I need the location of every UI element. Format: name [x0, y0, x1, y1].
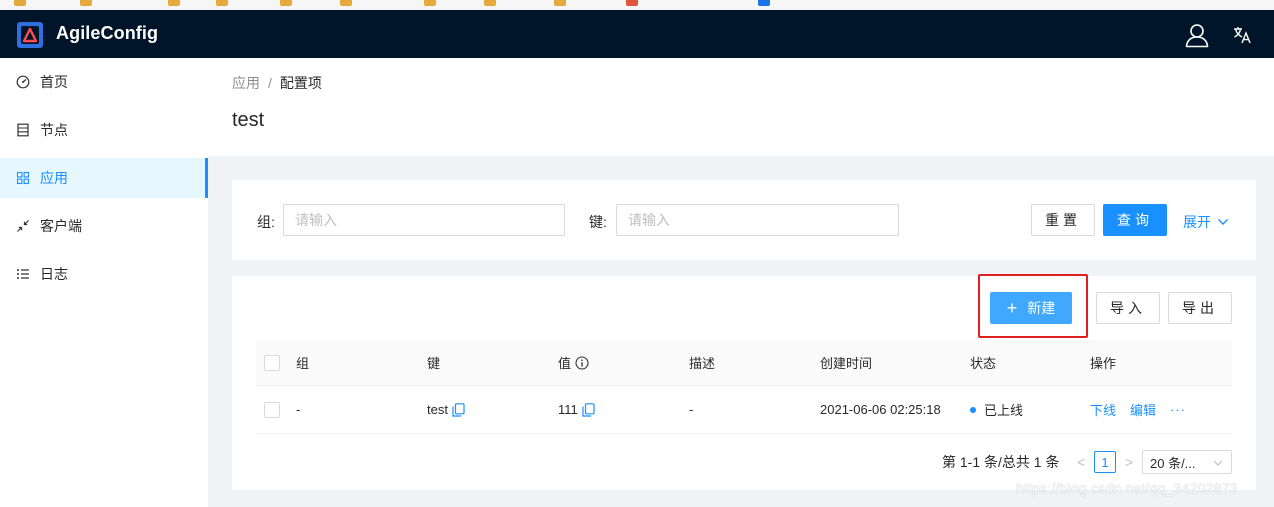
sidebar-item-label: 客户端	[40, 218, 82, 234]
next-page-button[interactable]: >	[1125, 450, 1133, 474]
select-all-cell	[264, 340, 280, 385]
breadcrumb-separator: /	[268, 75, 272, 91]
offline-action-link[interactable]: 下线	[1090, 400, 1116, 419]
status-dot	[970, 406, 976, 413]
column-header-actions: 操作	[1090, 356, 1117, 371]
column-header-created[interactable]: 创建时间	[820, 340, 872, 385]
cell-group: -	[296, 402, 301, 417]
export-button[interactable]: 导出	[1168, 292, 1232, 324]
table-row: - test 111 - 2021-06-06 02:25:18 已上线 下线 …	[256, 386, 1232, 434]
sidebar-item-clients[interactable]: 客户端	[0, 206, 208, 246]
cell-value: 111	[558, 386, 595, 433]
expand-label: 展开	[1183, 214, 1211, 230]
reset-button[interactable]: 重置	[1031, 204, 1095, 236]
breadcrumb: 应用 / 配置项	[232, 73, 322, 93]
appstore-icon	[16, 171, 30, 185]
query-button[interactable]: 查询	[1103, 204, 1167, 236]
new-config-button[interactable]: + 新建	[990, 292, 1072, 324]
page-title: test	[232, 109, 265, 131]
group-field-label: 组:	[257, 214, 275, 230]
column-header-description[interactable]: 描述	[689, 340, 715, 385]
cell-actions: 下线 编辑 ···	[1090, 386, 1200, 433]
cell-status: 已上线	[970, 386, 1023, 433]
new-button-label: 新建	[1027, 300, 1056, 316]
sidebar-item-label: 应用	[40, 170, 68, 186]
expand-link[interactable]: 展开	[1183, 212, 1229, 232]
page-size-value: 20 条/...	[1150, 455, 1196, 471]
plus-icon: +	[1006, 298, 1018, 318]
sidebar-item-nodes[interactable]: 节点	[0, 110, 208, 150]
cell-value-text: 111	[558, 402, 578, 417]
pagination-summary: 第 1-1 条/总共 1 条	[942, 454, 1060, 470]
config-table-card: + 新建 导入 导出 组 键 值 描述 创建时间 状态 操作 - test 11…	[232, 274, 1256, 490]
copy-icon[interactable]	[452, 402, 465, 417]
breadcrumb-item-current: 配置项	[279, 75, 322, 91]
watermark-text: https://blog.csdn.net/qq_34202873	[1016, 480, 1238, 496]
sidebar-item-home[interactable]: 首页	[0, 62, 208, 102]
shrink-icon	[17, 220, 29, 232]
search-form: 组: 键: 重置 查询 展开	[232, 180, 1256, 260]
page-header: 应用 / 配置项 test	[208, 58, 1274, 156]
app-title[interactable]: AgileConfig	[56, 23, 158, 44]
copy-icon[interactable]	[582, 402, 595, 417]
edit-action-link[interactable]: 编辑	[1130, 400, 1156, 419]
cell-key: test	[427, 386, 465, 433]
page-1-button[interactable]: 1	[1094, 451, 1116, 473]
sidebar-item-label: 节点	[40, 122, 68, 138]
cell-key-value: test	[427, 402, 448, 417]
sidebar: 首页 节点 应用 客户端 日志	[0, 58, 208, 507]
user-icon[interactable]	[1184, 22, 1210, 48]
row-select-checkbox[interactable]	[264, 401, 280, 418]
sidebar-item-label: 首页	[40, 74, 68, 90]
database-icon	[17, 123, 29, 137]
cell-description: -	[689, 402, 694, 417]
group-search-input[interactable]	[283, 204, 565, 236]
column-header-status[interactable]: 状态	[970, 340, 996, 385]
prev-page-button[interactable]: <	[1077, 450, 1085, 474]
more-actions-icon[interactable]: ···	[1170, 402, 1186, 417]
page-size-select[interactable]: 20 条/...	[1142, 450, 1232, 474]
translate-icon[interactable]	[1232, 25, 1252, 45]
chevron-down-icon	[1213, 460, 1223, 466]
column-header-value-label: 值	[558, 356, 572, 371]
browser-bookmark-bar	[0, 0, 1274, 10]
sidebar-item-logs[interactable]: 日志	[0, 254, 208, 294]
sidebar-item-apps[interactable]: 应用	[0, 158, 208, 198]
column-header-value[interactable]: 值	[558, 340, 589, 385]
chevron-down-icon	[1218, 219, 1228, 225]
info-circle-icon[interactable]	[575, 355, 589, 370]
top-header: AgileConfig	[0, 10, 1274, 58]
key-search-input[interactable]	[616, 204, 899, 236]
column-header-key[interactable]: 键	[427, 340, 440, 385]
app-logo[interactable]	[16, 21, 44, 49]
table-header: 组 键 值 描述 创建时间 状态 操作	[256, 340, 1232, 386]
sidebar-item-label: 日志	[40, 266, 68, 282]
row-select-cell	[264, 386, 280, 433]
status-badge: 已上线	[984, 403, 1024, 418]
cell-created-time: 2021-06-06 02:25:18	[820, 402, 941, 417]
dashboard-icon	[16, 75, 30, 89]
breadcrumb-item-apps[interactable]: 应用	[232, 75, 260, 91]
key-field-label: 键:	[589, 214, 607, 230]
column-header-group[interactable]: 组	[296, 340, 309, 385]
select-all-checkbox[interactable]	[264, 354, 280, 371]
unordered-list-icon	[17, 269, 29, 279]
import-button[interactable]: 导入	[1096, 292, 1160, 324]
